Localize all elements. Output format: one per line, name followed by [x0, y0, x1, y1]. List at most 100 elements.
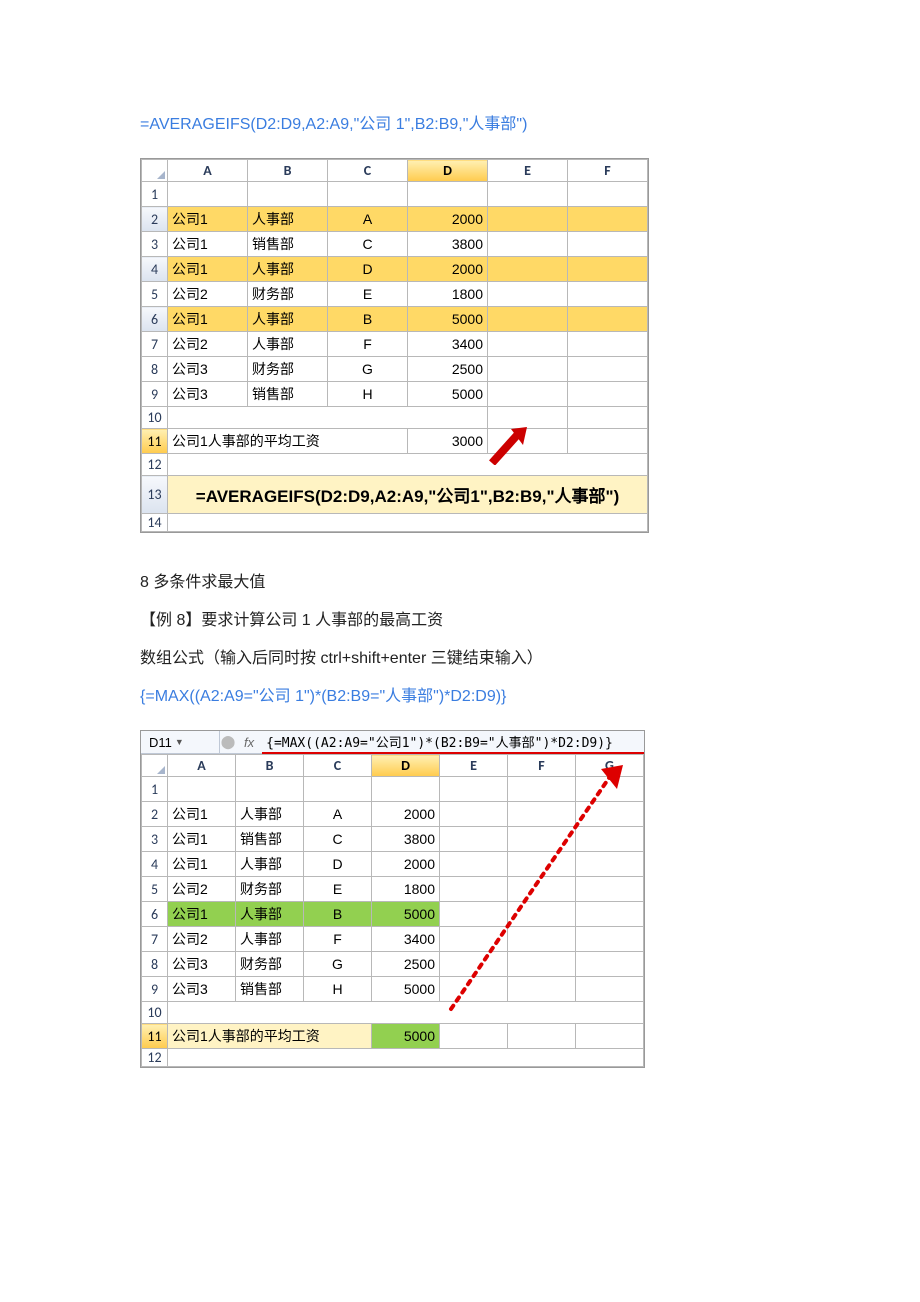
cell[interactable]: F: [304, 927, 372, 952]
row-header-4[interactable]: 4: [142, 257, 168, 282]
cell[interactable]: [440, 902, 508, 927]
cell[interactable]: D: [304, 852, 372, 877]
col-header-b[interactable]: B: [236, 755, 304, 777]
col-header-d[interactable]: D: [372, 755, 440, 777]
cell[interactable]: [576, 827, 644, 852]
cell[interactable]: 3400: [372, 927, 440, 952]
cell[interactable]: [488, 182, 568, 207]
row-header-4[interactable]: 4: [142, 852, 168, 877]
cell[interactable]: [568, 357, 648, 382]
cell[interactable]: [508, 977, 576, 1002]
table-header-cell[interactable]: 工资: [408, 182, 488, 207]
cell[interactable]: F: [328, 332, 408, 357]
row-header-12[interactable]: 12: [142, 454, 168, 476]
row-header-6[interactable]: 6: [142, 902, 168, 927]
cell[interactable]: [488, 257, 568, 282]
cell[interactable]: [576, 952, 644, 977]
cell[interactable]: D: [328, 257, 408, 282]
table-header-cell[interactable]: 公司: [168, 182, 248, 207]
cell[interactable]: 人事部: [236, 852, 304, 877]
col-header-e[interactable]: E: [440, 755, 508, 777]
col-header-c[interactable]: C: [328, 160, 408, 182]
select-all-corner[interactable]: [142, 160, 168, 182]
cell[interactable]: 销售部: [248, 382, 328, 407]
name-box[interactable]: D11▼: [141, 731, 220, 753]
row-header-11[interactable]: 11: [142, 1024, 168, 1049]
cell[interactable]: 3400: [408, 332, 488, 357]
cell[interactable]: [488, 332, 568, 357]
cell[interactable]: [576, 777, 644, 802]
cell[interactable]: [488, 282, 568, 307]
result-value-cell[interactable]: 3000: [408, 429, 488, 454]
row-header-3[interactable]: 3: [142, 232, 168, 257]
cell[interactable]: [576, 877, 644, 902]
cell[interactable]: 5000: [408, 382, 488, 407]
cell[interactable]: 公司1: [168, 802, 236, 827]
row-header-10[interactable]: 10: [142, 407, 168, 429]
cell[interactable]: 公司1: [168, 207, 248, 232]
cell[interactable]: [168, 454, 648, 476]
col-header-a[interactable]: A: [168, 160, 248, 182]
cell[interactable]: 3800: [372, 827, 440, 852]
cell[interactable]: [508, 802, 576, 827]
cell[interactable]: [440, 877, 508, 902]
cell[interactable]: [488, 357, 568, 382]
cell[interactable]: [508, 777, 576, 802]
cell[interactable]: 人事部: [248, 257, 328, 282]
row-header-5[interactable]: 5: [142, 877, 168, 902]
row-header-2[interactable]: 2: [142, 802, 168, 827]
cell[interactable]: 销售部: [248, 232, 328, 257]
cell[interactable]: [440, 927, 508, 952]
cell[interactable]: [576, 852, 644, 877]
cell[interactable]: 财务部: [236, 952, 304, 977]
cell[interactable]: [440, 827, 508, 852]
cell[interactable]: 3800: [408, 232, 488, 257]
cell[interactable]: [568, 282, 648, 307]
cell[interactable]: [508, 902, 576, 927]
cell[interactable]: [568, 382, 648, 407]
cell[interactable]: [168, 1049, 644, 1067]
col-header-e[interactable]: E: [488, 160, 568, 182]
table-header-cell[interactable]: 工资: [372, 777, 440, 802]
col-header-d[interactable]: D: [408, 160, 488, 182]
cell[interactable]: E: [304, 877, 372, 902]
cell[interactable]: C: [328, 232, 408, 257]
cell[interactable]: 财务部: [248, 357, 328, 382]
cell[interactable]: 2500: [372, 952, 440, 977]
table-header-cell[interactable]: 部门: [248, 182, 328, 207]
cell[interactable]: [508, 877, 576, 902]
cell[interactable]: [488, 429, 568, 454]
cell[interactable]: [568, 257, 648, 282]
cell[interactable]: [508, 927, 576, 952]
cell[interactable]: 公司1: [168, 852, 236, 877]
cell[interactable]: 公司1: [168, 902, 236, 927]
cell[interactable]: 销售部: [236, 827, 304, 852]
row-header-7[interactable]: 7: [142, 927, 168, 952]
cell[interactable]: 5000: [372, 902, 440, 927]
cell[interactable]: [488, 407, 568, 429]
table-header-cell[interactable]: 姓名: [304, 777, 372, 802]
cell[interactable]: [440, 1024, 508, 1049]
cell[interactable]: 财务部: [248, 282, 328, 307]
cell[interactable]: [568, 207, 648, 232]
cell[interactable]: [568, 407, 648, 429]
cell[interactable]: A: [328, 207, 408, 232]
cell[interactable]: 公司1: [168, 232, 248, 257]
cell[interactable]: [508, 827, 576, 852]
row-header-1[interactable]: 1: [142, 777, 168, 802]
row-header-2[interactable]: 2: [142, 207, 168, 232]
cell[interactable]: [168, 1002, 644, 1024]
cell[interactable]: 公司3: [168, 382, 248, 407]
formula-display-cell[interactable]: =AVERAGEIFS(D2:D9,A2:A9,"公司1",B2:B9,"人事部…: [168, 476, 648, 514]
row-header-12[interactable]: 12: [142, 1049, 168, 1067]
row-header-5[interactable]: 5: [142, 282, 168, 307]
cell[interactable]: [576, 927, 644, 952]
cell[interactable]: [568, 182, 648, 207]
cell[interactable]: 人事部: [248, 207, 328, 232]
row-header-7[interactable]: 7: [142, 332, 168, 357]
row-header-3[interactable]: 3: [142, 827, 168, 852]
cell[interactable]: [576, 977, 644, 1002]
cell[interactable]: [440, 802, 508, 827]
table-header-cell[interactable]: 姓名: [328, 182, 408, 207]
cell[interactable]: 2000: [372, 852, 440, 877]
